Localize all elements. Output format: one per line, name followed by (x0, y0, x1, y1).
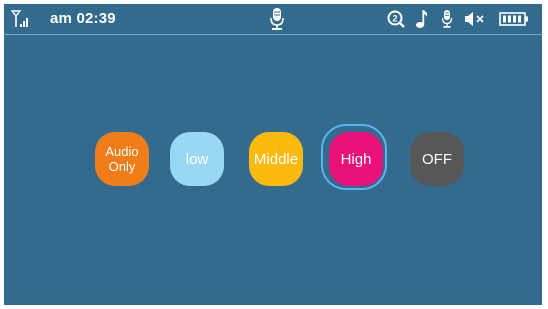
mode-high-button[interactable]: High (329, 132, 383, 186)
mode-high-label: High (340, 150, 372, 168)
mode-audio-only-button[interactable]: Audio Only (95, 132, 149, 186)
mode-middle-label: Middle (253, 150, 299, 168)
quality-mode-selector: Audio Only low Middle High OFF (4, 4, 542, 305)
mode-audio-only-label: Audio Only (105, 144, 139, 174)
mode-off-button[interactable]: OFF (410, 132, 464, 186)
mode-low-button[interactable]: low (170, 132, 224, 186)
device-screen: am 02:39 2 Audio Only low Middle High OF… (4, 4, 542, 305)
mode-off-label: OFF (422, 150, 452, 168)
mode-low-label: low (185, 150, 209, 168)
mode-middle-button[interactable]: Middle (249, 132, 303, 186)
